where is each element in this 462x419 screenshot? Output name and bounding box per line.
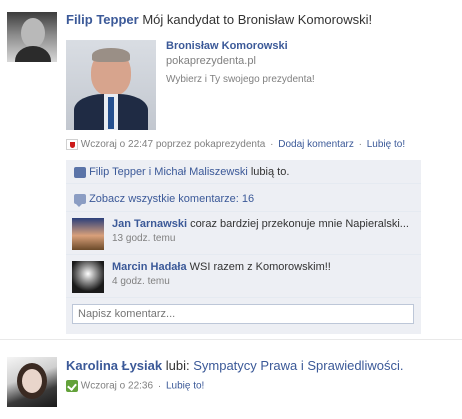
comment-text: WSI razem z Komorowskim!!	[189, 261, 331, 273]
attachment-url: pokaprezydenta.pl	[166, 55, 256, 67]
comment-text: coraz bardziej przekonuje mnie Napierals…	[190, 218, 409, 230]
feed-story-karolina-lysiak: Karolina Łysiak lubi: Sympatycy Prawa i …	[0, 346, 462, 419]
see-all-comments-link[interactable]: Zobacz wszystkie komentarze: 16	[89, 193, 254, 205]
poland-flag-icon	[66, 139, 78, 150]
comment-bubble-icon	[74, 194, 86, 208]
story-message: Mój kandydat to Bronisław Komorowski!	[142, 12, 373, 27]
comment-input[interactable]	[72, 304, 414, 324]
actor-name-link[interactable]: Filip Tepper	[66, 12, 139, 27]
comment-item: Jan Tarnawski coraz bardziej przekonuje …	[66, 213, 421, 255]
marcin-hadala-avatar[interactable]	[72, 261, 104, 293]
story-header: Karolina Łysiak lubi: Sympatycy Prawa i …	[66, 358, 403, 373]
liked-page-link[interactable]: Sympatycy Prawa i Sprawiedliwości.	[193, 358, 403, 373]
feed-story-filip-tepper: Filip Tepper Mój kandydat to Bronisław K…	[0, 0, 462, 340]
likers-link[interactable]: Filip Tepper i Michał Maliszewski	[89, 166, 248, 178]
story-verb: lubi:	[165, 358, 190, 373]
story-header: Filip Tepper Mój kandydat to Bronisław K…	[66, 12, 372, 27]
comment-timestamp: 13 godz. temu	[112, 233, 176, 244]
attachment-description: Wybierz i Ty swojego prezydenta!	[166, 74, 315, 85]
likes-suffix: lubią to.	[250, 166, 290, 178]
like-link[interactable]: Lubię to!	[166, 381, 204, 392]
comments-block: Filip Tepper i Michał Maliszewski lubią …	[66, 160, 421, 334]
like-page-icon	[66, 380, 78, 392]
comment-timestamp: 4 godz. temu	[112, 276, 170, 287]
comment-item: Marcin Hadała WSI razem z Komorowskim!! …	[66, 256, 421, 298]
attachment-title-link[interactable]: Bronisław Komorowski	[166, 40, 288, 52]
add-comment-link[interactable]: Dodaj komentarz	[278, 139, 354, 150]
story-meta: Wczoraj o 22:47 poprzez pokaprezydenta ·…	[66, 139, 405, 150]
thumbs-up-icon	[74, 166, 86, 178]
karolina-lysiak-avatar[interactable]	[7, 357, 57, 407]
jan-tarnawski-avatar[interactable]	[72, 218, 104, 250]
attachment-photo[interactable]	[66, 40, 156, 130]
likes-row: Filip Tepper i Michał Maliszewski lubią …	[66, 160, 421, 184]
see-all-comments-row: Zobacz wszystkie komentarze: 16	[66, 185, 421, 212]
story-meta: Wczoraj o 22:36 · Lubię to!	[66, 380, 204, 392]
actor-name-link[interactable]: Karolina Łysiak	[66, 358, 162, 373]
story-timestamp: Wczoraj o 22:47 poprzez pokaprezydenta	[80, 139, 266, 151]
comment-composer	[66, 299, 421, 334]
comment-author-link[interactable]: Marcin Hadała	[112, 261, 187, 273]
story-timestamp: Wczoraj o 22:36	[80, 380, 154, 392]
comment-author-link[interactable]: Jan Tarnawski	[112, 218, 187, 230]
like-link[interactable]: Lubię to!	[367, 139, 405, 150]
filip-tepper-avatar[interactable]	[7, 12, 57, 62]
